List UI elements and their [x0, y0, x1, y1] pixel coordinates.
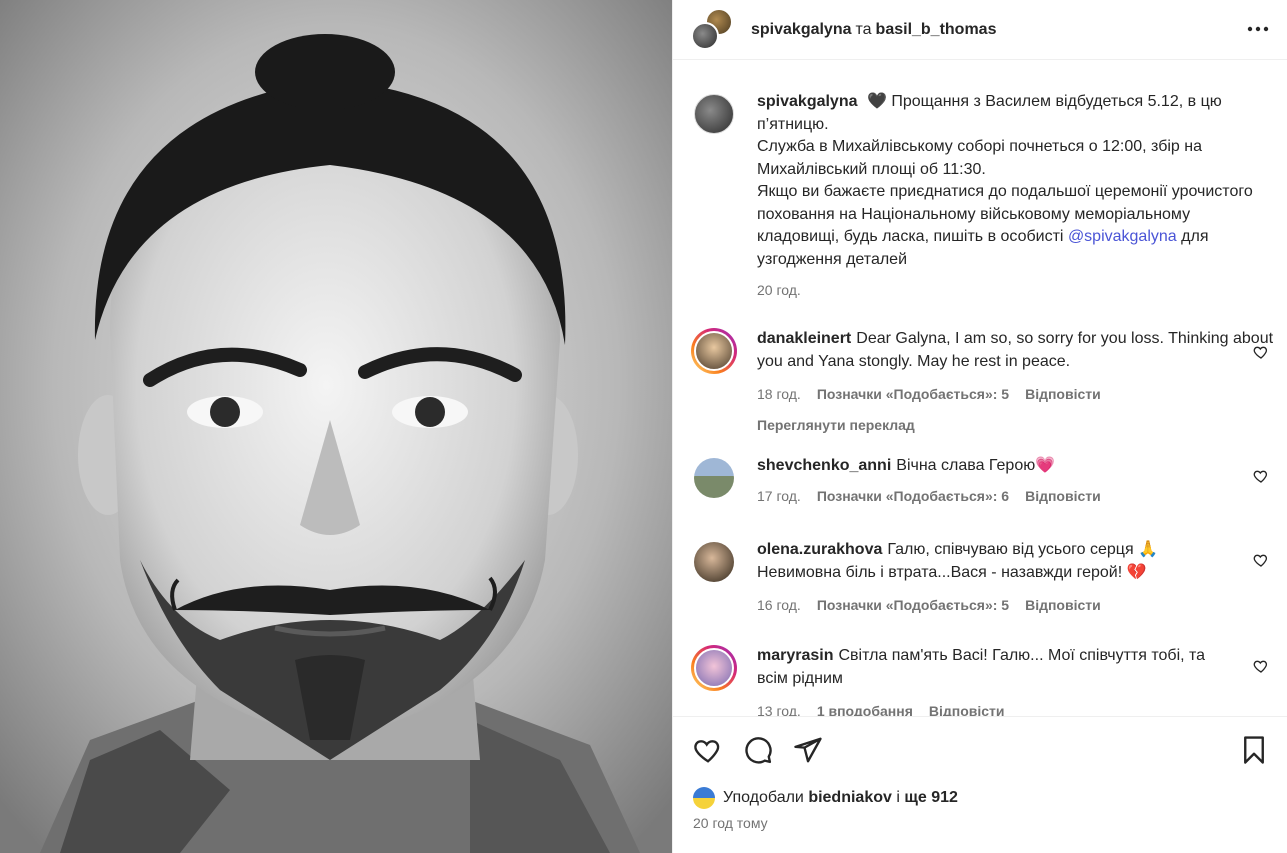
- likes-summary[interactable]: Уподобали biedniakov і ще 912: [693, 787, 958, 809]
- avatar[interactable]: [694, 458, 734, 498]
- comments-list[interactable]: spivakgalyna 🖤 Прощання з Василем відбуд…: [673, 61, 1287, 716]
- heart-outline-icon[interactable]: [1253, 468, 1269, 484]
- heart-outline-icon[interactable]: [1253, 658, 1269, 674]
- post-header: spivakgalyna та basil_b_thomas: [673, 0, 1287, 60]
- avatar[interactable]: [693, 787, 715, 809]
- comment-username[interactable]: danakleinert: [757, 330, 851, 347]
- comment-item: shevchenko_anni Вічна слава Герою💗 17 год…: [691, 455, 1275, 507]
- liked-by-user[interactable]: biedniakov: [808, 789, 892, 807]
- avatar[interactable]: [694, 94, 734, 134]
- avatar[interactable]: [691, 328, 737, 374]
- comment-username[interactable]: shevchenko_anni: [757, 457, 891, 474]
- avatar[interactable]: [691, 645, 737, 691]
- authors-joiner: та: [855, 20, 872, 38]
- share-send-icon[interactable]: [793, 735, 823, 765]
- comment-item: maryrasin Світла пам'ять Васі! Галю... Мо…: [691, 645, 1275, 716]
- post-authors: spivakgalyna та basil_b_thomas: [751, 21, 996, 39]
- reply-button[interactable]: Відповісти: [929, 700, 1005, 716]
- comment-time[interactable]: 18 год.: [757, 383, 801, 406]
- avatar[interactable]: [691, 21, 719, 50]
- comment-likes-link[interactable]: Позначки «Подобається»: 5: [817, 594, 1009, 617]
- post-actions: Уподобали biedniakov і ще 912 20 год том…: [673, 716, 1287, 853]
- author-link[interactable]: spivakgalyna: [751, 21, 852, 38]
- mention-link[interactable]: @spivakgalyna: [1068, 228, 1177, 245]
- caption-username[interactable]: spivakgalyna: [757, 93, 858, 110]
- more-horizontal-icon[interactable]: [1243, 14, 1273, 44]
- avatar[interactable]: [694, 542, 734, 582]
- post-caption: spivakgalyna 🖤 Прощання з Василем відбуд…: [691, 91, 1275, 302]
- comment-time[interactable]: 13 год.: [757, 700, 801, 716]
- save-bookmark-icon[interactable]: [1239, 735, 1269, 765]
- comment-text: Вічна слава Герою💗: [896, 457, 1056, 474]
- coauthor-link[interactable]: basil_b_thomas: [876, 21, 997, 38]
- comment-time[interactable]: 16 год.: [757, 594, 801, 617]
- like-heart-icon[interactable]: [693, 735, 723, 765]
- heart-outline-icon[interactable]: [1253, 552, 1269, 568]
- see-translation-link[interactable]: Переглянути переклад: [757, 414, 1275, 437]
- portrait-image: [0, 0, 672, 853]
- comment-item: danakleinert Dear Galyna, I am so, so sor…: [691, 328, 1275, 436]
- comment-username[interactable]: olena.zurakhova: [757, 541, 882, 558]
- comment-username[interactable]: maryrasin: [757, 647, 834, 664]
- comment-item: olena.zurakhova Галю, співчуваю від усьог…: [691, 539, 1275, 617]
- caption-time[interactable]: 20 год.: [757, 279, 801, 302]
- post-side-panel: spivakgalyna та basil_b_thomas spivakgalyn…: [672, 0, 1287, 853]
- reply-button[interactable]: Відповісти: [1025, 594, 1101, 617]
- post-timestamp[interactable]: 20 год тому: [693, 815, 768, 831]
- post-photo[interactable]: [0, 0, 672, 853]
- comment-likes-link[interactable]: Позначки «Подобається»: 5: [817, 383, 1009, 406]
- comment-time[interactable]: 17 год.: [757, 485, 801, 508]
- heart-outline-icon[interactable]: [1253, 344, 1269, 360]
- liked-by-count[interactable]: ще 912: [904, 789, 958, 807]
- reply-button[interactable]: Відповісти: [1025, 485, 1101, 508]
- collab-avatars[interactable]: [691, 7, 735, 52]
- comment-likes-link[interactable]: 1 вподобання: [817, 700, 913, 716]
- caption-line: Якщо ви бажаєте приєднатися до подальшої…: [757, 183, 1253, 245]
- liked-by-prefix: Уподобали: [723, 789, 804, 806]
- comment-likes-link[interactable]: Позначки «Подобається»: 6: [817, 485, 1009, 508]
- liked-by-and: і: [896, 789, 900, 806]
- reply-button[interactable]: Відповісти: [1025, 383, 1101, 406]
- comment-bubble-icon[interactable]: [743, 735, 773, 765]
- caption-line: Служба в Михайлівському соборі почнеться…: [757, 138, 1202, 178]
- black-heart-emoji: 🖤: [866, 93, 887, 110]
